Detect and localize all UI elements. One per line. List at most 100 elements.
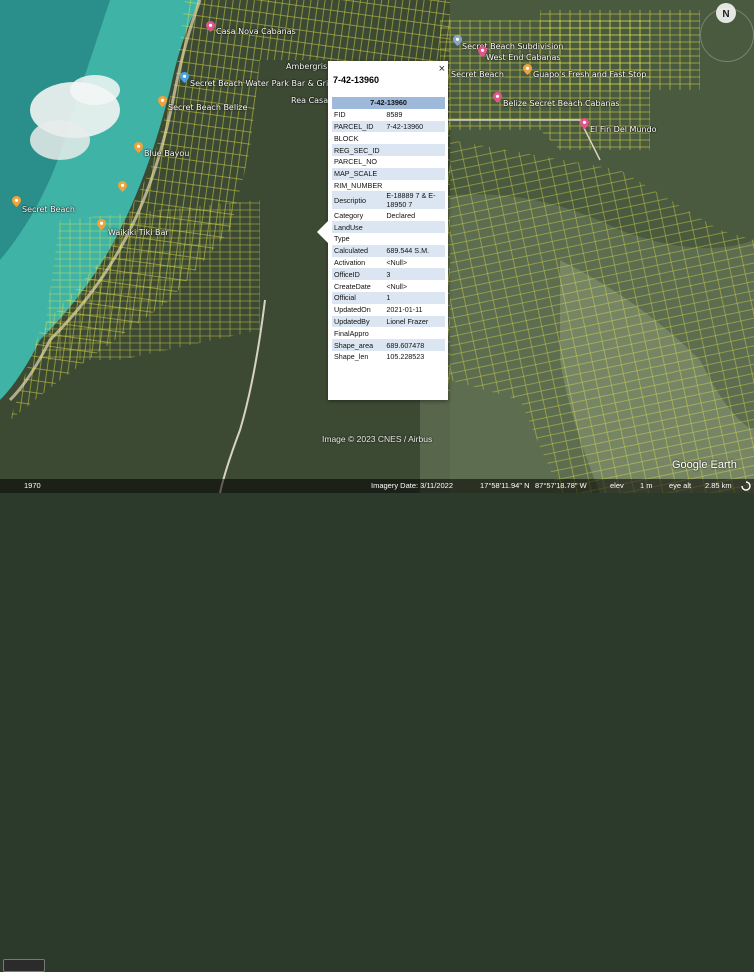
attribute-key: Category bbox=[334, 210, 364, 220]
place-label[interactable]: Guapo's Fresh and Fast Stop bbox=[533, 70, 646, 79]
attribute-value bbox=[384, 144, 445, 156]
compass-label: N bbox=[722, 9, 729, 20]
attribute-key: RIM_NUMBER bbox=[334, 180, 383, 190]
attribute-key: REG_SEC_ID bbox=[332, 144, 385, 156]
attribute-key: Calculated bbox=[332, 244, 385, 257]
attribute-row: PARCEL_ID 7-42-13960 bbox=[332, 120, 445, 133]
compass-icon[interactable]: N bbox=[715, 2, 737, 24]
place-label[interactable]: El Fin Del Mundo bbox=[590, 125, 657, 134]
attribute-row: Category Declared bbox=[332, 209, 445, 221]
attribute-value: 1 bbox=[384, 291, 445, 304]
attribute-value bbox=[384, 180, 445, 192]
copyright-text: Image © 2023 CNES / Airbus bbox=[322, 434, 433, 444]
attribute-key: BLOCK bbox=[334, 133, 359, 143]
attribute-value: 7-42-13960 bbox=[384, 120, 445, 133]
attribute-key: CreateDate bbox=[334, 281, 371, 291]
attribute-value: 689.544 S.M. bbox=[384, 244, 445, 257]
place-label[interactable]: Secret Beach Water Park Bar & Grill bbox=[190, 79, 333, 88]
attribute-row: BLOCK bbox=[332, 132, 445, 144]
attribute-row: PARCEL_NO bbox=[332, 156, 445, 168]
map-pin-icon[interactable] bbox=[580, 118, 589, 129]
map-pin-icon[interactable] bbox=[478, 46, 487, 57]
status-bar: 1970 Imagery Date: 3/11/2022 17°58'11.94… bbox=[0, 479, 754, 972]
attribute-row: UpdatedOn 2021-01-11 bbox=[332, 304, 445, 316]
historical-imagery-button[interactable] bbox=[3, 959, 45, 972]
place-label[interactable]: Secret Beach Belize bbox=[168, 103, 247, 112]
attribute-row: UpdatedBy Lionel Frazer bbox=[332, 315, 445, 328]
attribute-key: FinalAppro bbox=[334, 328, 369, 338]
map-pin-icon[interactable] bbox=[97, 219, 106, 230]
map-pin-icon[interactable] bbox=[180, 72, 189, 83]
attribute-key: UpdatedOn bbox=[334, 305, 371, 315]
attribute-key: FID bbox=[334, 110, 346, 120]
eye-alt-label: eye alt bbox=[669, 481, 692, 490]
close-icon[interactable]: × bbox=[439, 63, 445, 75]
attribute-value bbox=[384, 167, 445, 180]
popup-title: 7-42-13960 bbox=[333, 75, 380, 85]
attribute-row: Official 1 bbox=[332, 291, 445, 304]
attribute-value: <Null> bbox=[386, 281, 408, 291]
attribute-value: <Null> bbox=[386, 257, 408, 267]
map-pin-icon[interactable] bbox=[453, 35, 462, 46]
attribute-value: Declared bbox=[386, 210, 416, 220]
place-label[interactable]: West End Cabanas bbox=[486, 53, 561, 62]
attribute-key: Official bbox=[332, 291, 385, 304]
attribute-key: Descriptio bbox=[332, 191, 385, 210]
place-label[interactable]: Waikiki Tiki Bar bbox=[108, 228, 169, 237]
loading-icon bbox=[741, 481, 751, 491]
attribute-row: OfficeID 3 bbox=[332, 268, 445, 281]
attribute-row: FID 8589 bbox=[332, 109, 445, 121]
map-pin-icon[interactable] bbox=[158, 96, 167, 107]
attribute-value: 105.228523 bbox=[386, 352, 425, 362]
place-label[interactable]: Belize Secret Beach Cabanas bbox=[503, 99, 620, 108]
longitude-readout: 87°57'18.78" W bbox=[535, 481, 587, 490]
elevation-value: 1 m bbox=[640, 481, 653, 490]
eye-alt-value: 2.85 km bbox=[705, 481, 732, 490]
attribute-key: LandUse bbox=[332, 221, 385, 233]
table-header: 7-42-13960 bbox=[332, 97, 445, 109]
elevation-label: elev bbox=[610, 481, 624, 490]
attribute-row: CreateDate <Null> bbox=[332, 280, 445, 292]
attribute-key: Type bbox=[334, 234, 350, 244]
place-label[interactable]: Secret Beach bbox=[22, 205, 75, 214]
attribute-row: Activation <Null> bbox=[332, 257, 445, 269]
parcel-info-popup: × 7-42-13960 7-42-13960 FID 8589 PARCEL_ID… bbox=[317, 61, 448, 400]
attribute-value bbox=[384, 233, 445, 245]
attribute-key: UpdatedBy bbox=[332, 315, 385, 328]
history-year: 1970 bbox=[24, 481, 41, 490]
attribute-table: 7-42-13960 FID 8589 PARCEL_ID 7-42-13960 BLO… bbox=[332, 97, 445, 363]
place-label[interactable]: Casa Nova Cabanas bbox=[216, 27, 296, 36]
place-label[interactable]: Blue Bayou bbox=[144, 149, 189, 158]
attribute-key: PARCEL_ID bbox=[332, 120, 385, 133]
attribute-value: 2021-01-11 bbox=[386, 305, 423, 315]
attribute-row: Shape_len 105.228523 bbox=[332, 351, 445, 363]
attribute-row: Descriptio E-18889 7 & E-18950 7 bbox=[332, 191, 445, 210]
map-pin-icon[interactable] bbox=[206, 21, 215, 32]
attribute-value bbox=[384, 132, 445, 144]
attribute-value: 3 bbox=[384, 268, 445, 281]
latitude-readout: 17°58'11.94" N bbox=[480, 481, 530, 490]
attribute-row: Shape_area 689.607478 bbox=[332, 339, 445, 351]
map-pin-icon[interactable] bbox=[523, 64, 532, 75]
attribute-key: MAP_SCALE bbox=[332, 167, 385, 180]
map-pin-icon[interactable] bbox=[134, 142, 143, 153]
attribute-key: Shape_area bbox=[332, 339, 385, 351]
imagery-date: Imagery Date: 3/11/2022 bbox=[371, 481, 453, 490]
map-pin-icon[interactable] bbox=[493, 92, 502, 103]
attribute-row: LandUse bbox=[332, 221, 445, 233]
attribute-value: Lionel Frazer bbox=[384, 315, 445, 328]
attribute-key: Shape_len bbox=[334, 352, 369, 362]
attribute-row: Calculated 689.544 S.M. bbox=[332, 244, 445, 257]
map-pin-icon[interactable] bbox=[12, 196, 21, 207]
place-label[interactable]: Rea Casa bbox=[291, 96, 328, 105]
popup-pointer bbox=[317, 221, 328, 243]
attribute-row: REG_SEC_ID bbox=[332, 144, 445, 156]
attribute-row: Type bbox=[332, 233, 445, 245]
map-pin-icon[interactable] bbox=[118, 181, 127, 192]
google-earth-logo: Google Earth bbox=[672, 459, 737, 471]
attribute-key: OfficeID bbox=[332, 268, 385, 281]
attribute-row: FinalAppro bbox=[332, 327, 445, 339]
place-label[interactable]: Secret Beach bbox=[451, 70, 504, 79]
attribute-row: MAP_SCALE bbox=[332, 167, 445, 180]
attribute-value bbox=[384, 327, 445, 339]
